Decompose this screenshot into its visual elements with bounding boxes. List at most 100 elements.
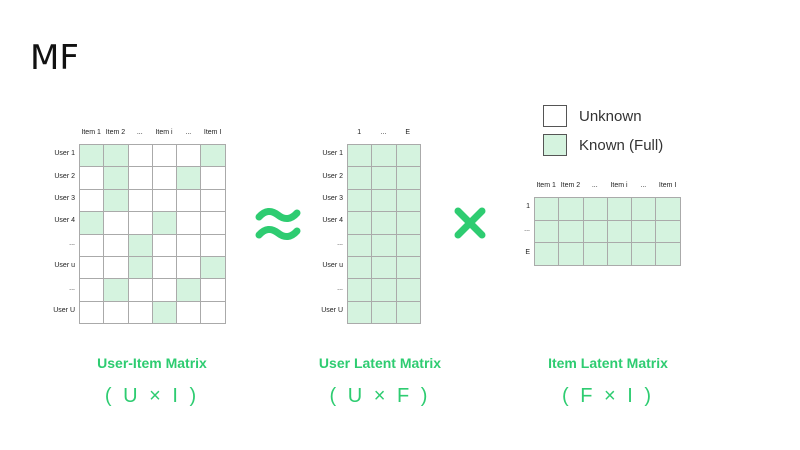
page-title: MF xyxy=(30,38,79,78)
user-item-cell xyxy=(104,301,129,325)
user-latent-cell xyxy=(396,167,421,190)
user-item-cell xyxy=(152,279,178,302)
user-item-cell xyxy=(152,167,178,190)
user-item-cell xyxy=(201,234,226,257)
user-item-cell xyxy=(80,189,105,213)
user-latent-cell xyxy=(348,167,373,190)
user-latent-cell xyxy=(396,189,421,213)
user-item-cell xyxy=(152,256,178,280)
user-item-cell xyxy=(201,145,226,168)
legend-label-unknown: Unknown xyxy=(579,107,642,125)
user-item-cell xyxy=(201,279,226,302)
user-item-cell xyxy=(177,167,202,190)
user-item-col-label: ... xyxy=(185,129,192,136)
user-latent-row-label: User 4 xyxy=(322,217,343,225)
user-item-row-label: User U xyxy=(53,307,75,314)
item-latent-cell xyxy=(656,243,681,267)
user-item-cell xyxy=(177,189,202,213)
user-latent-cell xyxy=(372,301,397,325)
user-item-dims: ( U × I ) xyxy=(104,385,200,407)
item-latent-row-label: ... xyxy=(524,226,530,234)
item-latent-cell xyxy=(607,198,633,221)
user-item-cell xyxy=(80,279,105,302)
user-latent-cell xyxy=(348,256,373,280)
user-item-cell xyxy=(80,167,105,190)
user-latent-row-label: User U xyxy=(321,307,343,314)
item-latent-col-label: Item I xyxy=(658,182,677,189)
item-latent-cell xyxy=(583,220,608,244)
user-latent-cell xyxy=(372,145,397,168)
user-latent-cell xyxy=(348,234,373,257)
user-latent-col-label: ... xyxy=(380,129,387,136)
user-item-cell xyxy=(177,256,202,280)
user-item-row-label: User 2 xyxy=(54,172,75,180)
user-latent-row-label: User 1 xyxy=(322,150,343,158)
user-item-col-label: Item 2 xyxy=(105,129,126,136)
user-item-cell xyxy=(177,212,202,235)
user-item-cell xyxy=(104,189,129,213)
item-latent-grid xyxy=(534,197,681,267)
item-latent-cell xyxy=(607,243,633,267)
approx-icon xyxy=(255,208,301,240)
user-item-row-label: User u xyxy=(54,262,75,270)
user-item-cell xyxy=(152,234,178,257)
user-latent-cell xyxy=(372,279,397,302)
user-latent-cell xyxy=(372,234,397,257)
user-item-cell xyxy=(128,279,153,302)
user-latent-cell xyxy=(348,301,373,325)
user-latent-row-label: ... xyxy=(337,284,343,292)
user-latent-row-label: User 3 xyxy=(322,195,343,202)
user-item-cell xyxy=(201,167,226,190)
user-item-cell xyxy=(152,145,178,168)
user-item-cell xyxy=(80,145,105,168)
user-item-cell xyxy=(152,189,178,213)
user-latent-row-label: User u xyxy=(322,262,343,270)
item-latent-cell xyxy=(559,220,584,244)
item-latent-cell xyxy=(535,198,560,221)
item-latent-col-label: ... xyxy=(640,182,647,189)
legend-swatch-known xyxy=(543,134,567,156)
user-latent-cell xyxy=(348,189,373,213)
user-latent-cell xyxy=(372,167,397,190)
legend-item-unknown: Unknown xyxy=(543,104,663,128)
item-latent-caption: Item Latent Matrix xyxy=(548,355,668,371)
item-latent-cell xyxy=(583,198,608,221)
item-latent-cell xyxy=(632,243,657,267)
user-latent-cell xyxy=(396,301,421,325)
legend: Unknown Known (Full) xyxy=(543,104,663,162)
item-latent-cell xyxy=(559,243,584,267)
item-latent-col-label: Item 2 xyxy=(560,182,581,189)
user-latent-grid xyxy=(347,144,421,325)
user-latent-cell xyxy=(396,212,421,235)
item-latent-cell xyxy=(535,220,560,244)
user-item-col-label: ... xyxy=(136,129,143,136)
item-latent-cell xyxy=(559,198,584,221)
user-item-col-label: Item I xyxy=(203,129,222,136)
user-latent-caption: User Latent Matrix xyxy=(318,355,442,371)
user-latent-row-label: User 2 xyxy=(322,172,343,180)
item-latent-cell xyxy=(656,198,681,221)
user-item-cell xyxy=(177,234,202,257)
user-item-cell xyxy=(80,301,105,325)
legend-swatch-unknown xyxy=(543,105,567,127)
user-item-cell xyxy=(177,145,202,168)
user-latent-dims: ( U × F ) xyxy=(329,385,431,407)
user-item-row-label: User 4 xyxy=(54,217,75,225)
multiply-icon xyxy=(454,207,486,239)
user-item-cell xyxy=(201,256,226,280)
user-item-cell xyxy=(104,279,129,302)
item-latent-col-label: ... xyxy=(591,182,598,189)
user-latent-cell xyxy=(372,189,397,213)
user-item-cell xyxy=(80,256,105,280)
user-item-cell xyxy=(104,167,129,190)
user-item-cell xyxy=(128,212,153,235)
user-item-cell xyxy=(128,145,153,168)
user-latent-cell xyxy=(372,212,397,235)
user-item-cell xyxy=(128,234,153,257)
user-item-row-label: ... xyxy=(69,284,75,292)
user-item-grid xyxy=(79,144,226,325)
legend-item-known: Known (Full) xyxy=(543,133,663,157)
user-item-cell xyxy=(128,167,153,190)
user-item-cell xyxy=(177,279,202,302)
user-latent-col-label: E xyxy=(405,129,411,136)
